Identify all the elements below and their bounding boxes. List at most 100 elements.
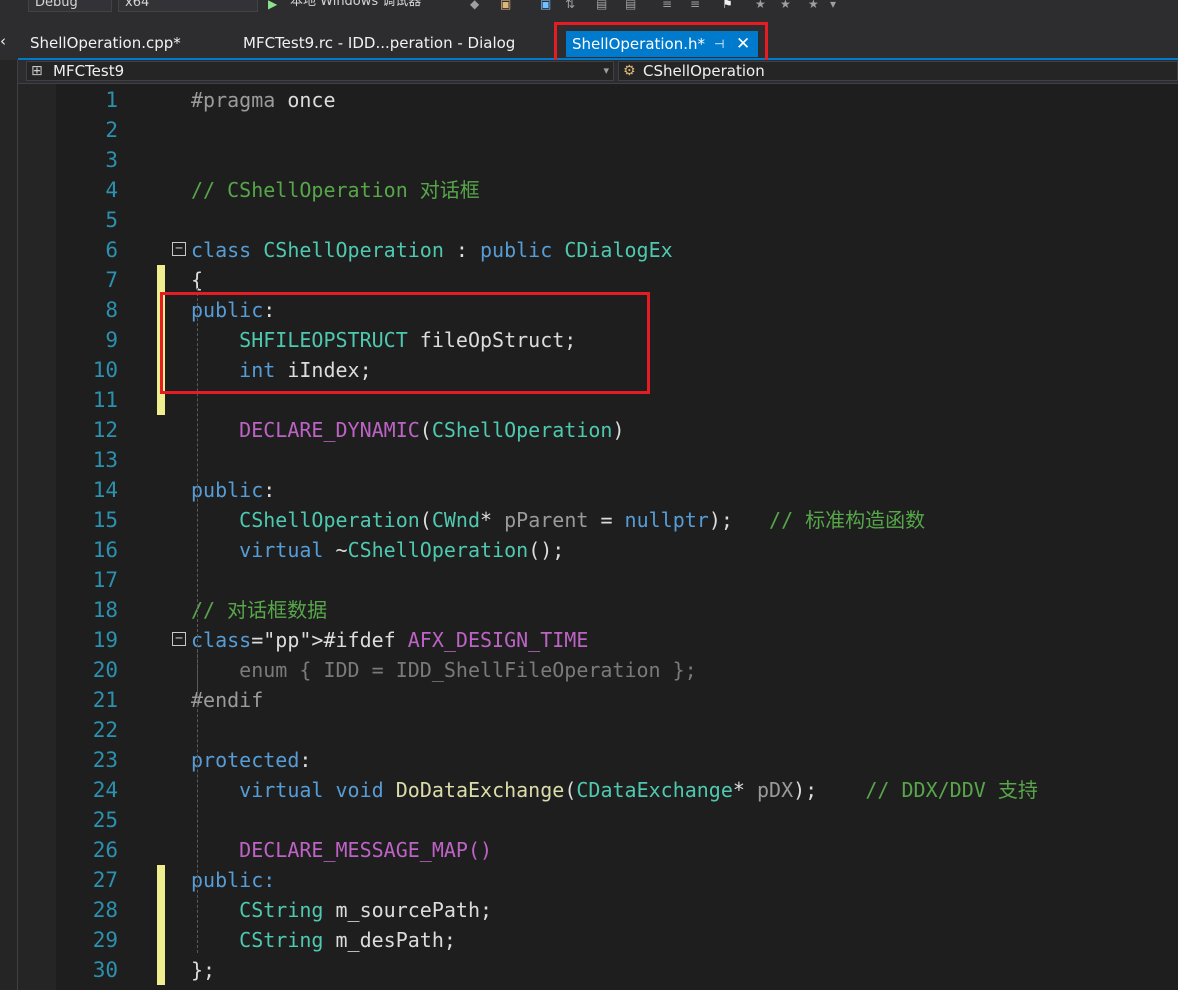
tab-shelloperation-cpp[interactable]: ShellOperation.cpp*: [30, 32, 181, 54]
code-text: class="pp">#ifdef AFX_DESIGN_TIME: [191, 628, 589, 652]
class-icon: ⚙: [623, 63, 636, 79]
code-line[interactable]: 1 #pragma once: [0, 85, 1178, 115]
code-text: // CShellOperation 对话框: [191, 178, 480, 202]
fold-toggle[interactable]: −: [172, 632, 186, 646]
code-text: virtual void DoDataExchange(CDataExchang…: [239, 778, 1038, 802]
code-line[interactable]: 27 public:: [0, 865, 1178, 895]
code-line[interactable]: 22: [0, 715, 1178, 745]
code-line[interactable]: 23 protected:: [0, 745, 1178, 775]
fold-toggle[interactable]: −: [172, 242, 186, 256]
line-number: 6: [105, 238, 118, 262]
bookmark-next-icon[interactable]: ★: [780, 0, 791, 10]
code-text: enum { IDD = IDD_ShellFileOperation };: [191, 658, 697, 682]
bookmark-clear-icon[interactable]: ★: [808, 0, 819, 10]
code-line[interactable]: 6 − class CShellOperation : public CDial…: [0, 235, 1178, 265]
line-number: 9: [105, 328, 118, 352]
code-line[interactable]: 13: [0, 445, 1178, 475]
change-marker: [157, 955, 165, 985]
platform-dropdown[interactable]: x64: [118, 0, 258, 12]
code-line[interactable]: 15 CShellOperation(CWnd* pParent = nullp…: [0, 505, 1178, 535]
line-number: 15: [92, 508, 118, 532]
code-line[interactable]: 17: [0, 565, 1178, 595]
code-line[interactable]: 24 virtual void DoDataExchange(CDataExch…: [0, 775, 1178, 805]
indent-icon[interactable]: ≡: [662, 0, 672, 10]
line-number: 27: [92, 868, 118, 892]
code-line[interactable]: 19 − class="pp">#ifdef AFX_DESIGN_TIME: [0, 625, 1178, 655]
line-number: 30: [92, 958, 118, 982]
project-dropdown[interactable]: ⊞ MFCTest9 ▾: [26, 61, 614, 81]
code-line[interactable]: 28 CString m_sourcePath;: [0, 895, 1178, 925]
code-line[interactable]: 26 DECLARE_MESSAGE_MAP(): [0, 835, 1178, 865]
annotation-box-code: [160, 292, 650, 394]
run-debugger-button[interactable]: 本地 Windows 调试器: [290, 0, 421, 10]
line-number: 8: [105, 298, 118, 322]
line-number: 12: [92, 418, 118, 442]
line-number: 4: [105, 178, 118, 202]
code-text: DECLARE_MESSAGE_MAP(): [191, 838, 493, 862]
code-text: protected:: [191, 748, 312, 772]
change-marker: [157, 865, 165, 895]
toolbar-icon[interactable]: ◆: [470, 0, 479, 10]
code-text: CString m_sourcePath;: [239, 898, 493, 922]
line-number: 16: [92, 538, 118, 562]
line-number: 1: [105, 88, 118, 112]
code-text: // 对话框数据: [191, 598, 328, 622]
code-line[interactable]: 29 CString m_desPath;: [0, 925, 1178, 955]
change-marker: [157, 895, 165, 925]
line-number: 26: [92, 838, 118, 862]
config-label: Debug: [35, 0, 78, 10]
comment-icon[interactable]: ▤: [625, 0, 636, 10]
project-icon: ⊞: [31, 63, 43, 79]
code-line[interactable]: 3: [0, 145, 1178, 175]
sort-icon[interactable]: ⇅: [565, 0, 575, 10]
line-number: 11: [92, 388, 118, 412]
change-marker: [157, 925, 165, 955]
toolbar-overflow-icon[interactable]: ▾: [830, 0, 836, 10]
chevron-down-icon: ▾: [603, 64, 609, 77]
code-line[interactable]: 5: [0, 205, 1178, 235]
line-number: 22: [92, 718, 118, 742]
find-icon[interactable]: ▣: [500, 0, 511, 10]
code-text: class CShellOperation : public CDialogEx: [191, 238, 673, 262]
line-number: 7: [105, 268, 118, 292]
code-line[interactable]: 18 // 对话框数据: [0, 595, 1178, 625]
bookmark-icon[interactable]: ⚑: [722, 0, 733, 10]
code-text: public:: [191, 868, 276, 892]
code-line[interactable]: 25: [0, 805, 1178, 835]
platform-label: x64: [125, 0, 150, 10]
code-line[interactable]: 16 virtual ~CShellOperation();: [0, 535, 1178, 565]
code-line[interactable]: 12 DECLARE_DYNAMIC(CShellOperation): [0, 415, 1178, 445]
line-number: 24: [92, 778, 118, 802]
play-icon[interactable]: ▶: [268, 0, 277, 10]
code-text: #endif: [191, 688, 264, 712]
line-number: 5: [105, 208, 118, 232]
line-number: 18: [92, 598, 118, 622]
line-number: 23: [92, 748, 118, 772]
scope-dropdown[interactable]: ⚙ CShellOperation: [618, 61, 1178, 81]
change-marker: [157, 265, 165, 295]
code-text: #pragma once: [191, 88, 336, 112]
save-icon[interactable]: ▣: [540, 0, 551, 10]
navigation-bar: ▾ ⊞ MFCTest9 ▾ ⚙ CShellOperation: [0, 60, 1178, 84]
bookmark-prev-icon[interactable]: ★: [755, 0, 766, 10]
code-line[interactable]: 21 #endif: [0, 685, 1178, 715]
code-line[interactable]: 4 // CShellOperation 对话框: [0, 175, 1178, 205]
code-text: public:: [191, 478, 276, 502]
code-line[interactable]: 7 {: [0, 265, 1178, 295]
toolbar: Debug x64 ▶ 本地 Windows 调试器 ◆ ▣ ▣ ⇅ ▤ ▤ ≡…: [0, 0, 1178, 14]
line-number: 13: [92, 448, 118, 472]
code-line[interactable]: 20 enum { IDD = IDD_ShellFileOperation }…: [0, 655, 1178, 685]
line-number: 25: [92, 808, 118, 832]
code-line[interactable]: 2: [0, 115, 1178, 145]
outdent-icon[interactable]: ≡: [690, 0, 700, 10]
config-dropdown[interactable]: Debug: [28, 0, 112, 12]
tab-mfctest9-rc[interactable]: MFCTest9.rc - IDD...peration - Dialog: [243, 32, 515, 54]
format-icon[interactable]: ▤: [596, 0, 607, 10]
line-number: 19: [92, 628, 118, 652]
collapse-pane-icon[interactable]: ‹: [0, 32, 6, 50]
code-line[interactable]: 14 public:: [0, 475, 1178, 505]
line-number: 2: [105, 118, 118, 142]
line-number: 17: [92, 568, 118, 592]
code-line[interactable]: 30 };: [0, 955, 1178, 985]
indent-guide: [197, 650, 198, 690]
